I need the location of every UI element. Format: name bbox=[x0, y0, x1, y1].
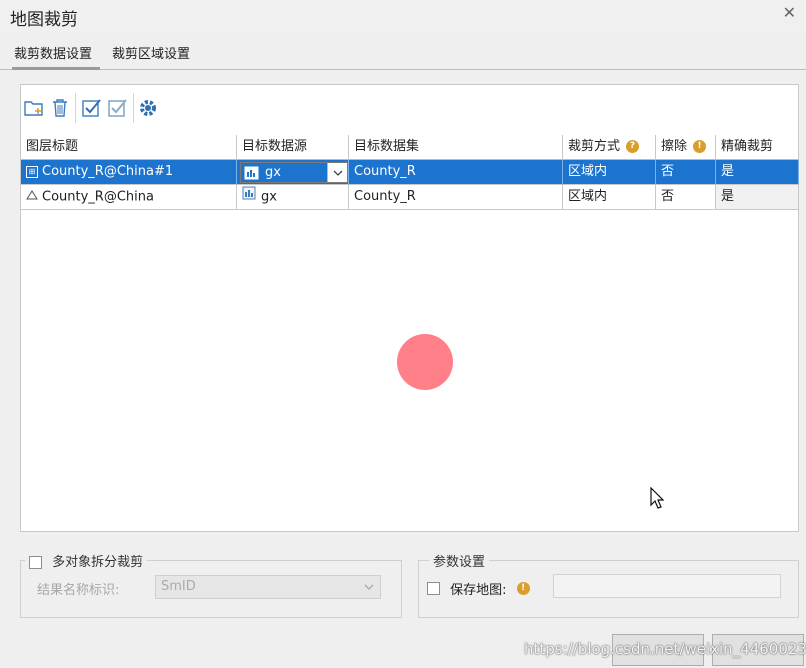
cell-clip-mode[interactable]: 区域内 bbox=[563, 185, 656, 210]
layer-title-text: County_R@China#1 bbox=[42, 164, 174, 179]
cell-target-datasource[interactable]: gx bbox=[237, 185, 349, 210]
mouse-pointer-icon bbox=[650, 486, 665, 513]
cell-target-dataset[interactable]: County_R bbox=[349, 160, 563, 185]
cell-layer-title[interactable]: ⊞ County_R@China#1 bbox=[21, 160, 237, 185]
save-map-name-input[interactable] bbox=[553, 574, 781, 598]
col-header-layer-title[interactable]: 图层标题 bbox=[21, 135, 237, 160]
tab-clip-data-settings[interactable]: 裁剪数据设置 bbox=[10, 43, 96, 62]
chevron-down-icon[interactable] bbox=[327, 163, 347, 182]
save-map-label: 保存地图: bbox=[450, 583, 507, 598]
col-header-exact-clip[interactable]: 精确裁剪 bbox=[716, 135, 799, 160]
save-map-row: 保存地图: ! bbox=[427, 579, 530, 598]
datasource-value: gx bbox=[265, 165, 281, 180]
cell-exact-clip[interactable]: 是 bbox=[716, 185, 799, 210]
help-icon[interactable]: ? bbox=[626, 140, 640, 153]
active-tab-indicator bbox=[12, 67, 100, 70]
delete-icon[interactable] bbox=[49, 97, 71, 119]
click-highlight bbox=[397, 334, 453, 390]
cell-erase[interactable]: 否 bbox=[656, 160, 716, 185]
warning-icon[interactable]: ! bbox=[693, 140, 707, 153]
warning-icon[interactable]: ! bbox=[516, 582, 530, 595]
save-map-checkbox[interactable] bbox=[427, 582, 440, 595]
cell-target-dataset[interactable]: County_R bbox=[349, 185, 563, 210]
region-layer-icon: ⊞ bbox=[26, 165, 38, 178]
table-header: 图层标题 目标数据源 目标数据集 裁剪方式? 擦除! 精确裁剪 bbox=[21, 135, 800, 160]
cell-clip-mode[interactable]: 区域内 bbox=[563, 160, 656, 185]
col-header-clip-mode[interactable]: 裁剪方式? bbox=[563, 135, 656, 160]
multi-split-group: 多对象拆分裁剪 结果名称标识: SmID bbox=[20, 551, 402, 618]
table-row[interactable]: County_R@China gx County_R 区域内 否 是 bbox=[21, 185, 800, 210]
window-title: 地图裁剪 bbox=[10, 10, 78, 30]
layer-title-text: County_R@China bbox=[42, 189, 154, 205]
col-header-erase[interactable]: 擦除! bbox=[656, 135, 716, 160]
col-header-erase-label: 擦除 bbox=[661, 139, 688, 154]
select-all-icon[interactable] bbox=[81, 97, 103, 119]
multi-split-legend: 多对象拆分裁剪 bbox=[25, 551, 148, 570]
clip-data-panel: 图层标题 目标数据源 目标数据集 裁剪方式? 擦除! 精确裁剪 ⊞ County_… bbox=[20, 84, 799, 532]
close-icon[interactable]: ✕ bbox=[783, 3, 796, 22]
datasource-combobox[interactable]: gx bbox=[240, 162, 348, 183]
toolbar-separator bbox=[75, 93, 76, 123]
add-folder-icon[interactable] bbox=[23, 97, 45, 119]
result-name-label: 结果名称标识: bbox=[37, 583, 120, 598]
chevron-down-icon bbox=[364, 576, 374, 598]
table-row[interactable]: ⊞ County_R@China#1 gx County_R 区域内 否 是 bbox=[21, 160, 800, 185]
cell-erase[interactable]: 否 bbox=[656, 185, 716, 210]
watermark-text: https://blog.csdn.net/weixin_44600235 bbox=[524, 640, 806, 658]
datasource-icon bbox=[242, 185, 257, 209]
toolbar bbox=[21, 85, 798, 131]
tab-strip: 裁剪数据设置 裁剪区域设置 bbox=[0, 38, 806, 70]
datasource-value: gx bbox=[261, 189, 277, 205]
params-group: 参数设置 保存地图: ! bbox=[418, 551, 799, 618]
params-legend: 参数设置 bbox=[429, 551, 490, 570]
region-layer-icon bbox=[26, 185, 38, 209]
col-header-target-datasource[interactable]: 目标数据源 bbox=[237, 135, 349, 160]
settings-icon[interactable] bbox=[137, 97, 159, 119]
multi-split-label: 多对象拆分裁剪 bbox=[52, 555, 144, 570]
col-header-clip-mode-label: 裁剪方式 bbox=[568, 139, 621, 154]
tab-clip-region-settings[interactable]: 裁剪区域设置 bbox=[108, 43, 194, 62]
datasource-icon bbox=[244, 165, 261, 185]
title-bar: 地图裁剪 ✕ bbox=[0, 0, 806, 32]
result-name-value: SmID bbox=[161, 579, 196, 594]
multi-split-checkbox[interactable] bbox=[29, 556, 42, 569]
col-header-target-dataset[interactable]: 目标数据集 bbox=[349, 135, 563, 160]
invert-select-icon[interactable] bbox=[107, 97, 129, 119]
result-name-select[interactable]: SmID bbox=[155, 575, 381, 599]
cell-layer-title[interactable]: County_R@China bbox=[21, 185, 237, 210]
toolbar-separator bbox=[133, 93, 134, 123]
cell-exact-clip[interactable]: 是 bbox=[716, 160, 799, 185]
